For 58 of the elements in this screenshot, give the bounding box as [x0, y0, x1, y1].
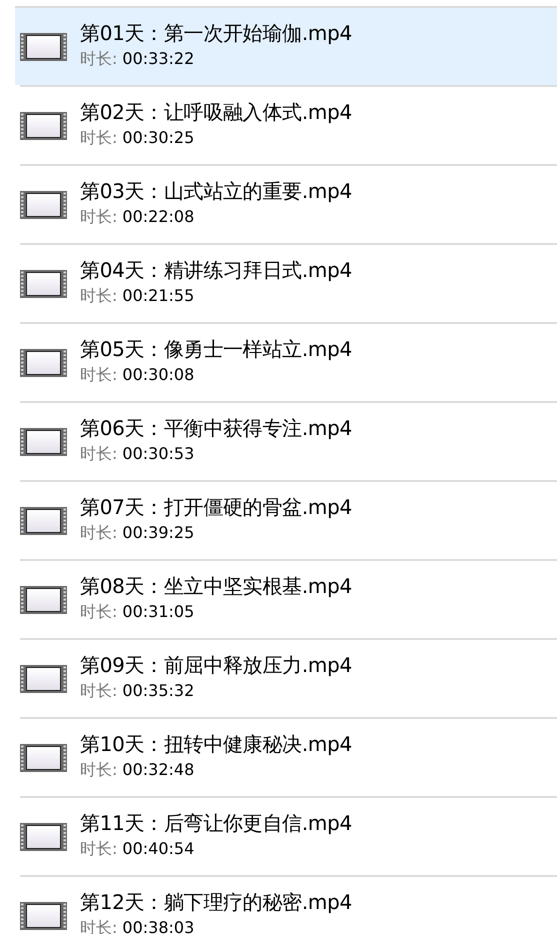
- file-name: 第09天：前屈中释放压力.mp4: [80, 652, 352, 678]
- duration-value: 00:32:48: [122, 760, 194, 780]
- film-icon: [20, 270, 67, 298]
- duration-label: 时长:: [80, 680, 118, 702]
- file-row[interactable]: 第02天：让呼吸融入体式.mp4 时长: 00:30:25: [20, 85, 557, 164]
- duration-value: 00:35:32: [122, 680, 194, 702]
- duration-value: 00:39:25: [122, 522, 194, 544]
- duration-value: 00:31:05: [122, 602, 194, 622]
- file-row[interactable]: 第07天：打开僵硬的骨盆.mp4 时长: 00:39:25: [20, 480, 557, 559]
- file-name: 第02天：让呼吸融入体式.mp4: [80, 98, 352, 126]
- duration-value: 00:38:03: [122, 918, 194, 934]
- file-name: 第10天：扭转中健康秘决.mp4: [80, 730, 352, 758]
- duration-label: 时长:: [80, 602, 118, 622]
- duration-value: 00:21:55: [122, 286, 194, 306]
- duration-label: 时长:: [80, 48, 118, 70]
- duration-value: 00:30:25: [122, 128, 194, 148]
- duration-label: 时长:: [80, 364, 118, 386]
- duration-label: 时长:: [80, 522, 118, 544]
- file-row[interactable]: 第04天：精讲练习拜日式.mp4 时长: 00:21:55: [20, 243, 557, 322]
- file-row[interactable]: 第06天：平衡中获得专注.mp4 时长: 00:30:53: [20, 401, 557, 480]
- file-name: 第08天：坐立中坚实根基.mp4: [80, 572, 352, 600]
- file-row[interactable]: 第09天：前屈中释放压力.mp4 时长: 00:35:32: [20, 638, 557, 717]
- film-icon: [20, 902, 67, 930]
- file-name: 第11天：后弯让你更自信.mp4: [80, 810, 352, 836]
- file-name: 第12天：躺下理疗的秘密.mp4: [80, 888, 352, 916]
- file-name: 第03天：山式站立的重要.mp4: [80, 178, 352, 204]
- file-row[interactable]: 第03天：山式站立的重要.mp4 时长: 00:22:08: [20, 164, 557, 243]
- file-row[interactable]: 第10天：扭转中健康秘决.mp4 时长: 00:32:48: [20, 717, 557, 796]
- film-icon: [20, 664, 67, 692]
- duration-label: 时长:: [80, 206, 118, 228]
- film-icon: [20, 586, 67, 614]
- film-icon: [20, 348, 67, 376]
- file-name: 第05天：像勇士一样站立.mp4: [80, 336, 352, 362]
- file-row[interactable]: 第08天：坐立中坚实根基.mp4 时长: 00:31:05: [20, 559, 557, 638]
- file-name: 第06天：平衡中获得专注.mp4: [80, 414, 352, 442]
- duration-value: 00:30:53: [122, 444, 194, 464]
- film-icon: [20, 190, 67, 218]
- film-icon: [20, 744, 67, 772]
- file-row[interactable]: 第05天：像勇士一样站立.mp4 时长: 00:30:08: [20, 322, 557, 401]
- file-row[interactable]: 第01天：第一次开始瑜伽.mp4 时长: 00:33:22: [15, 6, 557, 85]
- duration-label: 时长:: [80, 128, 118, 148]
- file-name: 第07天：打开僵硬的骨盆.mp4: [80, 494, 352, 520]
- film-icon: [20, 32, 67, 60]
- file-name: 第04天：精讲练习拜日式.mp4: [80, 256, 352, 284]
- duration-label: 时长:: [80, 760, 118, 780]
- duration-label: 时长:: [80, 286, 118, 306]
- file-name: 第01天：第一次开始瑜伽.mp4: [80, 20, 352, 46]
- film-icon: [20, 822, 67, 850]
- duration-value: 00:40:54: [122, 838, 194, 860]
- duration-label: 时长:: [80, 838, 118, 860]
- film-icon: [20, 428, 67, 456]
- duration-value: 00:30:08: [122, 364, 194, 386]
- film-icon: [20, 506, 67, 534]
- duration-value: 00:22:08: [122, 206, 194, 228]
- duration-value: 00:33:22: [122, 48, 194, 70]
- duration-label: 时长:: [80, 444, 118, 464]
- file-row[interactable]: 第11天：后弯让你更自信.mp4 时长: 00:40:54: [20, 796, 557, 875]
- film-icon: [20, 112, 67, 140]
